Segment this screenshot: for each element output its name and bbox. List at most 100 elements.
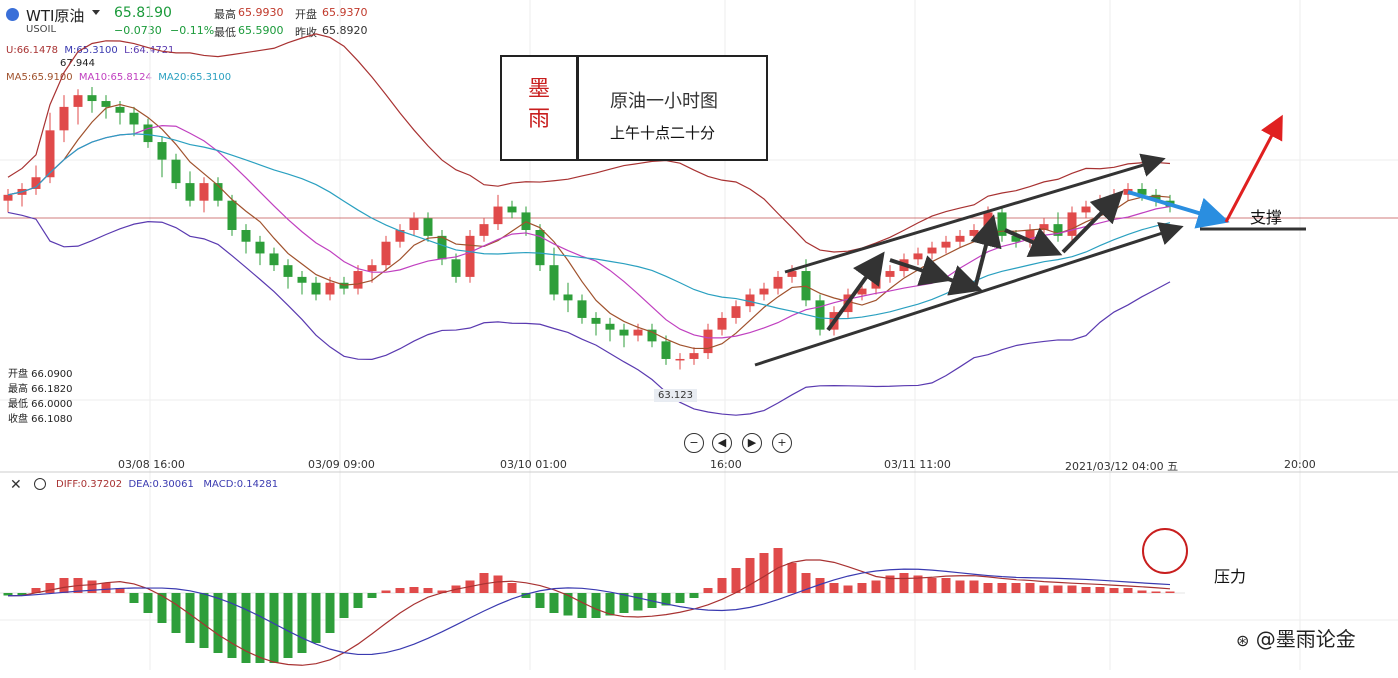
candle-body bbox=[773, 276, 783, 289]
pressure-circle bbox=[1142, 528, 1188, 574]
x-tick: 03/08 16:00 bbox=[118, 458, 185, 471]
macd-legend: DIFF:0.37202 DEA:0.30061 MACD:0.14281 bbox=[56, 479, 278, 490]
prev-icon[interactable]: ◀ bbox=[712, 433, 732, 453]
settings-icon[interactable] bbox=[34, 478, 46, 490]
macd-bar bbox=[1123, 588, 1133, 593]
candle-body bbox=[3, 194, 13, 201]
candle-body bbox=[465, 235, 475, 277]
macd-bar bbox=[507, 583, 517, 593]
candle-body bbox=[815, 300, 825, 330]
macd-bar bbox=[325, 593, 335, 633]
candle-body bbox=[619, 329, 629, 336]
candle-body bbox=[227, 200, 237, 230]
macd-bar bbox=[577, 593, 587, 618]
candle-body bbox=[255, 241, 265, 254]
candle-body bbox=[269, 253, 279, 266]
candle-body bbox=[703, 329, 713, 354]
macd-bar bbox=[339, 593, 349, 618]
macd-bar bbox=[843, 585, 853, 593]
macd-bar bbox=[269, 593, 279, 663]
candle-body bbox=[367, 265, 377, 272]
ohlc-high: 最高 66.1820 bbox=[8, 384, 73, 395]
macd-bar bbox=[1011, 583, 1021, 593]
x-tick: 20:00 bbox=[1284, 458, 1316, 471]
title-divider bbox=[576, 57, 579, 159]
macd-bar bbox=[941, 578, 951, 593]
candle-body bbox=[87, 95, 97, 102]
watermark: ⊛ @墨雨论金 bbox=[1236, 623, 1356, 652]
candle-body bbox=[577, 300, 587, 318]
candle-body bbox=[941, 241, 951, 248]
macd-bar bbox=[689, 593, 699, 598]
macd-bar bbox=[1165, 591, 1175, 593]
macd-bar bbox=[1081, 587, 1091, 593]
candle-body bbox=[1081, 206, 1091, 213]
macd-bar bbox=[535, 593, 545, 608]
weibo-icon: ⊛ bbox=[1236, 631, 1250, 650]
candle-body bbox=[969, 230, 979, 236]
pressure-label: 压力 bbox=[1214, 567, 1247, 586]
candle-body bbox=[171, 159, 181, 184]
macd-bar bbox=[255, 593, 265, 663]
chart-subtitle: 上午十点二十分 bbox=[610, 124, 716, 142]
macd-histogram bbox=[3, 528, 1188, 666]
candle-body bbox=[661, 341, 671, 359]
candle-body bbox=[241, 230, 251, 242]
candle-body bbox=[129, 112, 139, 125]
macd-bar bbox=[633, 593, 643, 611]
zoom-in-icon[interactable]: + bbox=[772, 433, 792, 453]
macd-bar bbox=[899, 573, 909, 593]
macd-bar bbox=[787, 563, 797, 593]
candle-body bbox=[913, 253, 923, 260]
candle-body bbox=[283, 265, 293, 277]
macd-bar bbox=[87, 580, 97, 593]
macd-bar bbox=[367, 593, 377, 598]
candle-body bbox=[493, 206, 503, 225]
candle-body bbox=[353, 271, 363, 289]
candle-body bbox=[591, 317, 601, 324]
macd-bar bbox=[143, 593, 153, 613]
macd-bar bbox=[759, 553, 769, 593]
ohlc-low: 最低 66.0000 bbox=[8, 399, 73, 410]
candle-body bbox=[605, 323, 615, 330]
candle-body bbox=[717, 317, 727, 330]
ohlc-open: 开盘 66.0900 bbox=[8, 369, 73, 380]
x-tick: 03/11 11:00 bbox=[884, 458, 951, 471]
macd-bar bbox=[129, 593, 139, 603]
candle-body bbox=[549, 265, 559, 295]
x-tick: 03/10 01:00 bbox=[500, 458, 567, 471]
boll-lower-line bbox=[7, 211, 1171, 416]
candle-body bbox=[311, 282, 321, 295]
diff-label: DIFF:0.37202 bbox=[56, 479, 123, 490]
zoom-out-icon[interactable]: − bbox=[684, 433, 704, 453]
candle-body bbox=[871, 276, 881, 289]
next-icon[interactable]: ▶ bbox=[742, 433, 762, 453]
chart-title: 原油一小时图 bbox=[610, 91, 718, 112]
candle-body bbox=[633, 329, 643, 336]
candle-body bbox=[423, 218, 433, 236]
candle-body bbox=[675, 358, 685, 361]
ohlc-panel: 开盘 66.0900 最高 66.1820 最低 66.0000 收盘 66.1… bbox=[8, 367, 73, 427]
close-icon[interactable]: ✕ bbox=[10, 477, 22, 493]
macd-bar bbox=[731, 568, 741, 593]
candle-body bbox=[157, 142, 167, 160]
macd-bar bbox=[185, 593, 195, 643]
candle-body bbox=[59, 106, 69, 131]
macd-bar bbox=[927, 578, 937, 593]
macd-bar bbox=[381, 590, 391, 593]
candle-body bbox=[731, 306, 741, 318]
macd-bar bbox=[199, 593, 209, 648]
candle-body bbox=[437, 235, 447, 260]
candle-body bbox=[689, 353, 699, 359]
candle-body bbox=[185, 183, 195, 201]
candle-body bbox=[115, 106, 125, 113]
candle-body bbox=[381, 241, 391, 266]
candle-body bbox=[885, 271, 895, 277]
candle-body bbox=[297, 276, 307, 283]
candle-body bbox=[409, 218, 419, 230]
brand-label: 墨雨 bbox=[528, 77, 551, 132]
macd-bar bbox=[409, 587, 419, 593]
macd-bar bbox=[1025, 583, 1035, 593]
macd-bar bbox=[423, 588, 433, 593]
macd-bar bbox=[45, 583, 55, 593]
